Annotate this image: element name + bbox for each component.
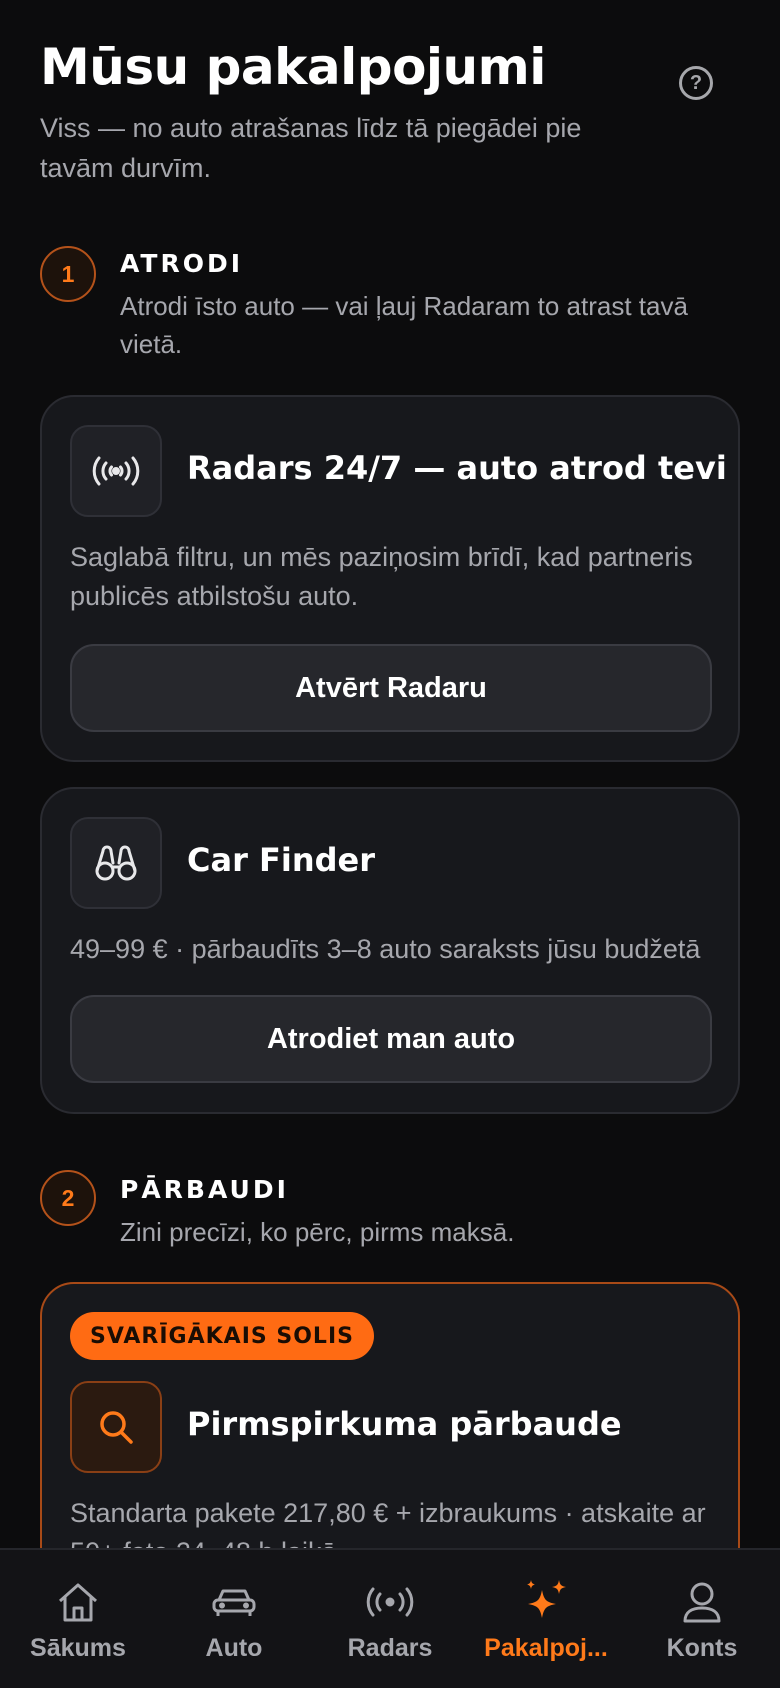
tab-label: Auto [205, 1634, 263, 1662]
step-title: PĀRBAUDI [120, 1175, 289, 1204]
card-title: Pirmspirkuma pārbaude [187, 1405, 622, 1443]
home-icon [56, 1578, 100, 1626]
service-card-radar: Radars 24/7 — auto atrod tevi Saglabā fi… [40, 395, 740, 762]
step-title: ATRODI [120, 249, 244, 278]
card-description: 49–99 € · pārbaudīts 3–8 auto saraksts j… [70, 934, 701, 964]
tab-services[interactable]: Pakalpoj... [468, 1550, 624, 1688]
bottom-tab-bar: Sākums Auto Radars Pakalpoj... Konts [0, 1548, 780, 1688]
question-circle-icon: ? [689, 72, 703, 94]
radar-broadcast-icon [70, 425, 162, 517]
step-number-badge: 2 [40, 1170, 96, 1226]
help-button[interactable]: ? [679, 66, 713, 100]
page-subtitle: Viss — no auto atrašanas līdz tā piegāde… [40, 113, 582, 183]
page-title: Mūsu pakalpojumi [40, 38, 546, 96]
step-description: Zini precīzi, ko pērc, pirms maksā. [120, 1217, 515, 1247]
services-scroll-area[interactable]: Mūsu pakalpojumi ? Viss — no auto atraša… [0, 0, 780, 1548]
open-radar-button[interactable]: Atvērt Radaru [70, 644, 712, 732]
card-title: Radars 24/7 — auto atrod tevi [187, 449, 727, 487]
tab-label: Pakalpoj... [484, 1634, 608, 1662]
tab-label: Sākums [30, 1634, 126, 1662]
find-me-a-car-button[interactable]: Atrodiet man auto [70, 995, 712, 1083]
step-description: Atrodi īsto auto — vai ļauj Radaram to a… [120, 291, 688, 359]
tab-home[interactable]: Sākums [0, 1550, 156, 1688]
card-description: Saglabā filtru, un mēs paziņosim brīdī, … [70, 542, 693, 611]
step-number-badge: 1 [40, 246, 96, 302]
sparkles-icon [522, 1578, 570, 1626]
tab-auto[interactable]: Auto [156, 1550, 312, 1688]
radar-broadcast-icon [366, 1578, 414, 1626]
tab-label: Konts [666, 1634, 738, 1662]
tab-label: Radars [347, 1634, 433, 1662]
card-title: Car Finder [187, 841, 375, 879]
card-description: Standarta pakete 217,80 € + izbraukums ·… [70, 1498, 706, 1548]
service-card-car-finder: Car Finder 49–99 € · pārbaudīts 3–8 auto… [40, 787, 740, 1114]
service-card-inspection: SVARĪGĀKAIS SOLIS Pirmspirkuma pārbaude … [40, 1282, 740, 1548]
search-icon [70, 1381, 162, 1473]
tab-radar[interactable]: Radars [312, 1550, 468, 1688]
tab-account[interactable]: Konts [624, 1550, 780, 1688]
user-icon [682, 1578, 722, 1626]
binoculars-icon [70, 817, 162, 909]
most-important-badge: SVARĪGĀKAIS SOLIS [70, 1312, 374, 1360]
car-icon [211, 1578, 257, 1626]
